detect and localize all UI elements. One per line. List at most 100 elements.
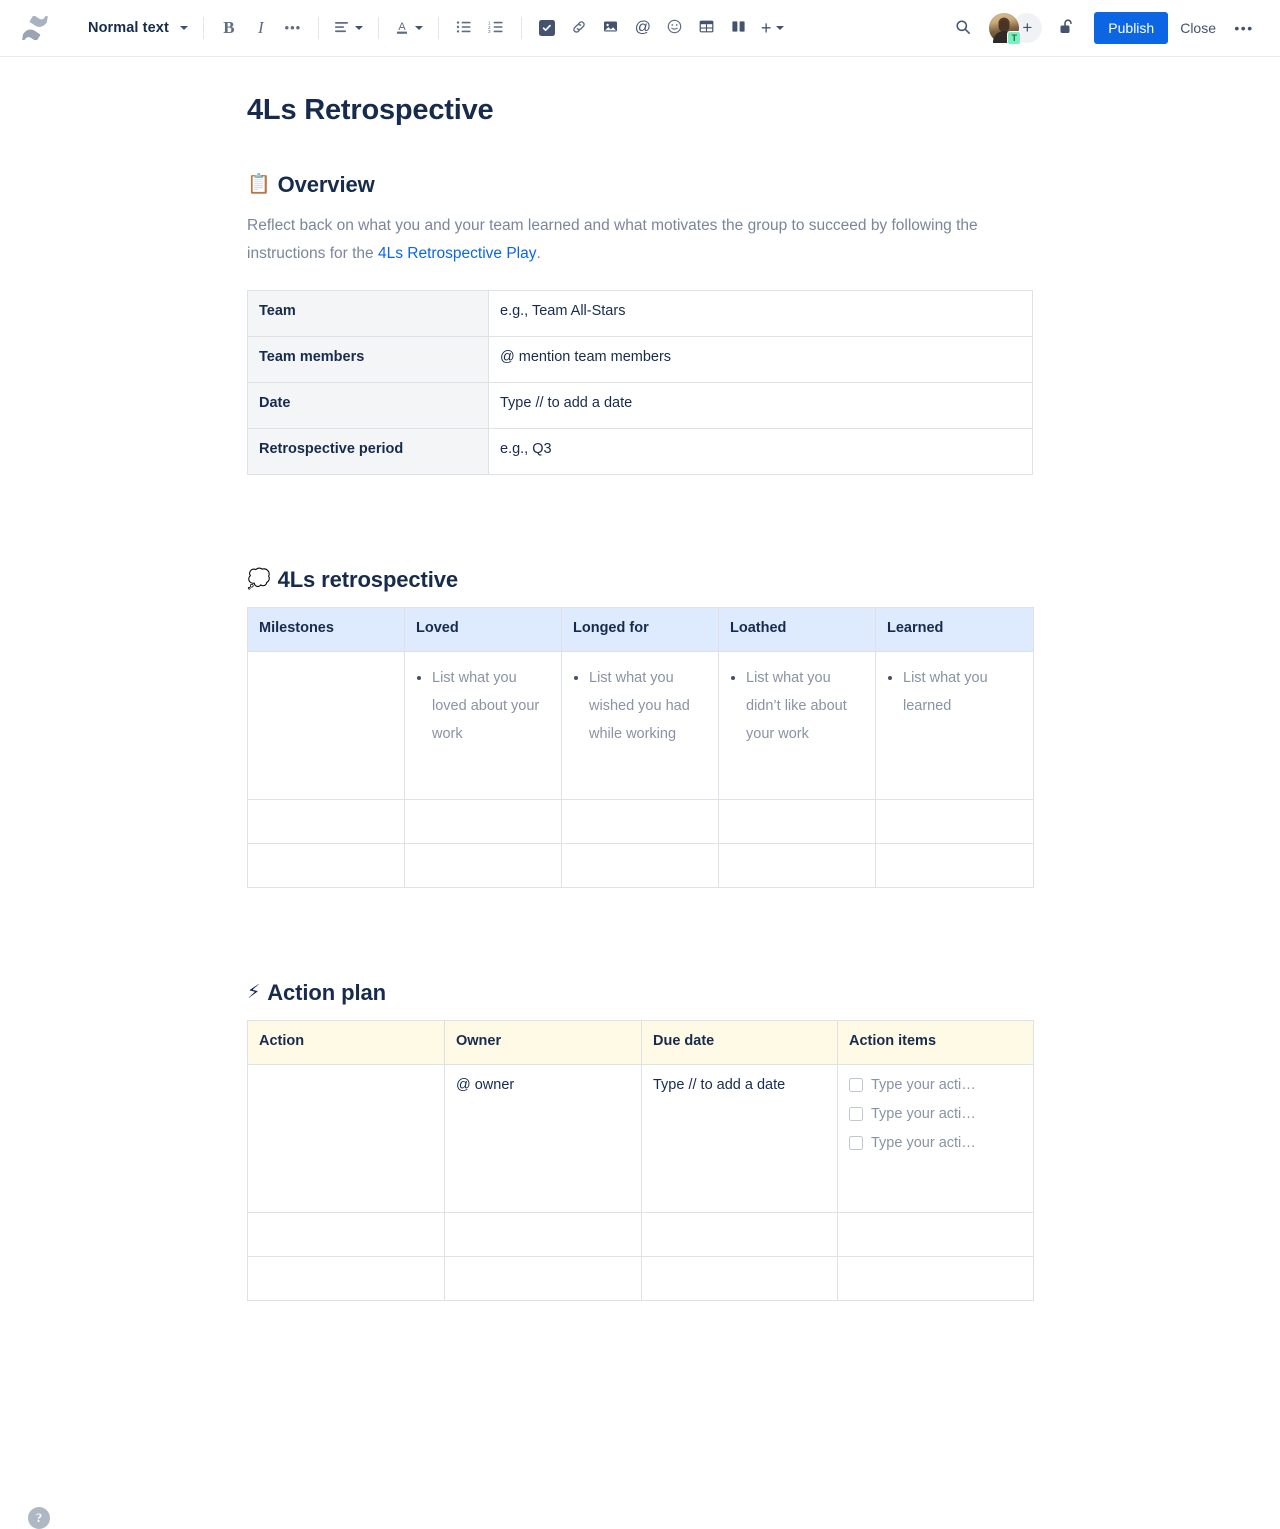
ap-cell-empty[interactable]	[641, 1211, 838, 1257]
info-label-team-members: Team members	[247, 335, 489, 383]
retro-list-learned: List what you learned	[887, 664, 1022, 720]
emoji-button[interactable]	[659, 12, 691, 44]
info-label-retrospective-period: Retrospective period	[247, 427, 489, 475]
table-row	[247, 1255, 1034, 1301]
bullet-list-button[interactable]	[448, 12, 480, 44]
text-align-button[interactable]	[328, 12, 369, 44]
insert-more-button[interactable]: +	[755, 12, 791, 44]
action-item-row[interactable]: Type your acti…	[849, 1106, 1022, 1122]
ap-cell-empty[interactable]	[444, 1255, 642, 1301]
info-value-team-members[interactable]: @ mention team members	[488, 335, 1033, 383]
document-content: 4Ls Retrospective 📋 Overview Reflect bac…	[247, 57, 1034, 1301]
table-row: Date Type // to add a date	[247, 381, 1033, 429]
bold-button[interactable]: B	[213, 12, 245, 44]
chevron-down-icon	[179, 26, 188, 30]
table-button[interactable]	[691, 12, 723, 44]
overview-heading: 📋 Overview	[247, 172, 1033, 198]
retro-cell-empty[interactable]	[247, 842, 405, 888]
ap-cell-due-date[interactable]: Type // to add a date	[641, 1063, 838, 1213]
task-list-button[interactable]	[531, 12, 563, 44]
text-color-button[interactable]: A	[388, 12, 429, 44]
checkbox-icon[interactable]	[849, 1077, 863, 1092]
overview-info-table: Team e.g., Team All-Stars Team members @…	[247, 289, 1033, 475]
toolbar-divider	[317, 17, 319, 39]
info-label-date: Date	[247, 381, 489, 429]
ap-cell-owner[interactable]: @ owner	[444, 1063, 642, 1213]
info-value-date[interactable]: Type // to add a date	[488, 381, 1033, 429]
info-value-retrospective-period[interactable]: e.g., Q3	[488, 427, 1033, 475]
action-item-label: Type your acti…	[871, 1105, 976, 1122]
close-button[interactable]: Close	[1168, 12, 1228, 44]
retro-cell-empty[interactable]	[404, 798, 562, 844]
ap-cell-empty[interactable]	[247, 1211, 445, 1257]
overview-heading-label: Overview	[277, 171, 375, 197]
checkbox-icon[interactable]	[849, 1135, 863, 1150]
link-button[interactable]	[563, 12, 595, 44]
mention-button[interactable]: @	[627, 12, 659, 44]
publish-button[interactable]: Publish	[1094, 12, 1169, 44]
chevron-down-icon	[776, 26, 785, 30]
retro-cell-empty[interactable]	[718, 842, 876, 888]
retro-cell-longed-for[interactable]: List what you wished you had while worki…	[561, 650, 719, 800]
italic-button[interactable]: I	[245, 12, 277, 44]
retrospective-table: Milestones Loved Longed for Loathed Lear…	[247, 606, 1034, 888]
retro-header-learned: Learned	[875, 606, 1034, 652]
ap-cell-action[interactable]	[247, 1063, 445, 1213]
avatar-head	[998, 19, 1010, 32]
checkbox-icon[interactable]	[849, 1106, 863, 1121]
ap-cell-empty[interactable]	[837, 1211, 1034, 1257]
ap-cell-empty[interactable]	[641, 1255, 838, 1301]
chevron-down-icon	[414, 26, 423, 30]
text-style-label: Normal text	[88, 20, 169, 36]
retrospective-heading: 💭 4Ls retrospective	[247, 567, 1033, 593]
toolbar-divider	[520, 17, 522, 39]
retro-cell-loved[interactable]: List what you loved about your work	[404, 650, 562, 800]
info-value-team[interactable]: e.g., Team All-Stars	[488, 289, 1033, 337]
ap-cell-empty[interactable]	[247, 1255, 445, 1301]
text-style-dropdown[interactable]: Normal text	[74, 12, 194, 44]
add-person-icon: +	[1022, 18, 1033, 37]
action-plan-heading-label: Action plan	[267, 979, 386, 1005]
editor-toolbar: Normal text B I ••• A 1 2 3 @ + T + Publ…	[0, 0, 1280, 57]
retro-cell-loathed[interactable]: List what you didn’t like about your wor…	[718, 650, 876, 800]
retro-cell-empty[interactable]	[875, 798, 1034, 844]
retrospective-heading-label: 4Ls retrospective	[277, 566, 459, 592]
search-button[interactable]	[947, 12, 979, 44]
mention-at-icon: @	[634, 19, 651, 36]
confluence-logo-icon[interactable]	[18, 11, 52, 45]
retro-cell-milestones[interactable]	[247, 650, 405, 800]
clipboard-emoji: 📋	[247, 174, 271, 196]
retro-cell-learned[interactable]: List what you learned	[875, 650, 1034, 800]
ap-cell-action-items[interactable]: Type your acti… Type your acti… Type you…	[837, 1063, 1034, 1213]
retro-cell-empty[interactable]	[404, 842, 562, 888]
numbered-list-button[interactable]: 1 2 3	[480, 12, 512, 44]
retrospective-play-link[interactable]: 4Ls Retrospective Play	[378, 245, 537, 262]
retro-cell-empty[interactable]	[561, 842, 719, 888]
retro-cell-empty[interactable]	[247, 798, 405, 844]
table-row: Retrospective period e.g., Q3	[247, 427, 1033, 475]
page-layout-button[interactable]	[723, 12, 755, 44]
retro-cell-empty[interactable]	[561, 798, 719, 844]
restrictions-button[interactable]	[1050, 12, 1082, 44]
page-title: 4Ls Retrospective	[247, 94, 494, 126]
toolbar-divider	[377, 17, 379, 39]
avatar[interactable]: T	[989, 13, 1022, 45]
retro-cell-empty[interactable]	[718, 798, 876, 844]
ap-cell-empty[interactable]	[444, 1211, 642, 1257]
document-page: 4Ls Retrospective 📋 Overview Reflect bac…	[0, 57, 1280, 1529]
help-button[interactable]: ?	[28, 1507, 50, 1529]
plus-insert-icon: +	[760, 18, 772, 38]
image-button[interactable]	[595, 12, 627, 44]
action-item-row[interactable]: Type your acti…	[849, 1135, 1022, 1151]
action-item-row[interactable]: Type your acti…	[849, 1077, 1022, 1093]
high-voltage-emoji: ⚡	[247, 982, 261, 1004]
overview-paragraph: Reflect back on what you and your team l…	[247, 212, 1017, 268]
more-actions-button[interactable]: •••	[1228, 12, 1260, 44]
ap-cell-empty[interactable]	[837, 1255, 1034, 1301]
checkbox-task-icon	[538, 20, 555, 36]
svg-text:A: A	[398, 21, 406, 33]
retro-cell-empty[interactable]	[875, 842, 1034, 888]
more-formatting-button[interactable]: •••	[277, 12, 309, 44]
